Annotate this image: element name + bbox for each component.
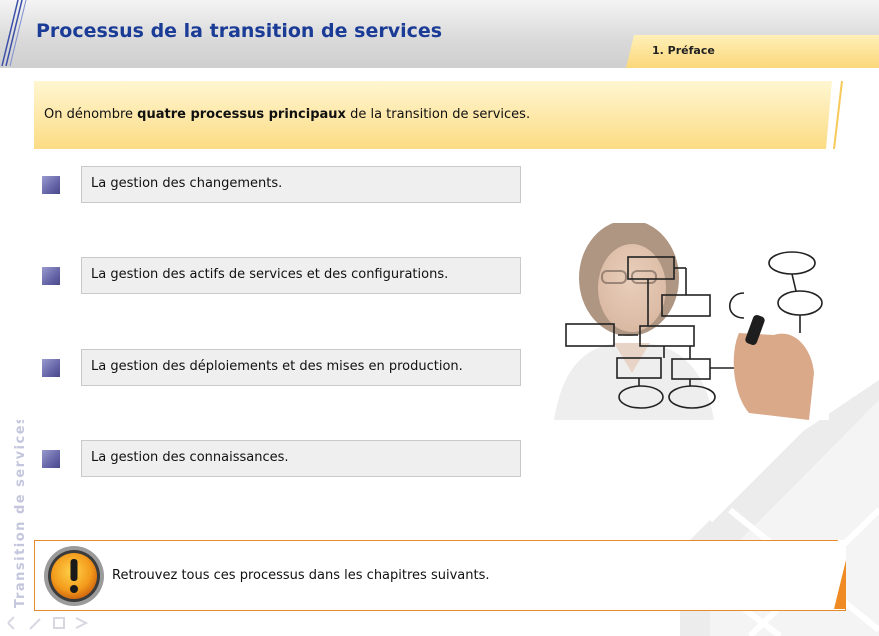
intro-text-bold: quatre processus principaux (137, 107, 346, 122)
header-stripes (1, 0, 27, 67)
flowchart-drawing-illustration (544, 223, 829, 420)
process-item-label: La gestion des déploiements et des mises… (91, 359, 463, 374)
note-corner-accent (826, 540, 846, 609)
bottom-navigation-icons (7, 616, 89, 630)
process-item-label: La gestion des changements. (91, 176, 283, 191)
bullet-square-icon (42, 267, 60, 285)
svg-text:Transition de services: Transition de services (13, 420, 28, 608)
note-text: Retrouvez tous ces processus dans les ch… (112, 568, 490, 583)
chapter-tab: 1. Préface (626, 35, 879, 68)
intro-text-before: On dénombre (44, 107, 138, 122)
process-item-1[interactable]: La gestion des changements. (81, 166, 521, 203)
bullet-square-icon (42, 450, 60, 468)
exclamation-icon (44, 546, 104, 606)
intro-banner: On dénombre quatre processus principaux … (34, 81, 845, 149)
process-item-3[interactable]: La gestion des déploiements et des mises… (81, 349, 521, 386)
note-box: Retrouvez tous ces processus dans les ch… (34, 540, 846, 611)
bullet-square-icon (42, 176, 60, 194)
process-item-2[interactable]: La gestion des actifs de services et des… (81, 257, 521, 294)
header-bar: Processus de la transition de services 1… (0, 0, 879, 68)
intro-text: On dénombre quatre processus principaux … (44, 107, 530, 122)
bullet-square-icon (42, 359, 60, 377)
process-item-4[interactable]: La gestion des connaissances. (81, 440, 521, 477)
vertical-course-title: Transition de services (4, 420, 32, 610)
page-title: Processus de la transition de services (36, 20, 443, 42)
chapter-label: 1. Préface (652, 44, 715, 57)
process-item-label: La gestion des actifs de services et des… (91, 267, 449, 282)
intro-text-after: de la transition de services. (345, 107, 531, 122)
process-item-label: La gestion des connaissances. (91, 450, 289, 465)
